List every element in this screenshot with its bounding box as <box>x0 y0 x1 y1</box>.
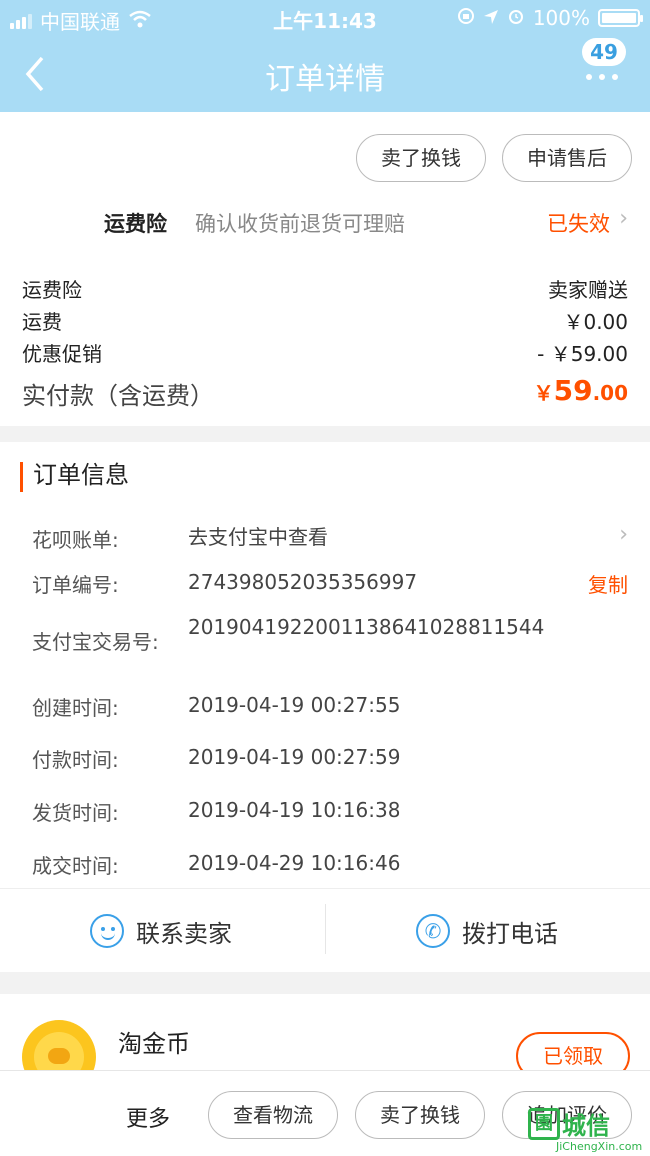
rotation-lock-icon <box>457 6 475 30</box>
contact-seller-button[interactable]: 联系卖家 <box>90 904 232 958</box>
info-value: 去支付宝中查看 <box>188 525 328 549</box>
location-arrow-icon <box>483 6 499 30</box>
insurance-desc: 确认收货前退货可理赔 <box>195 212 405 236</box>
info-label: 付款时间: <box>32 748 119 772</box>
call-button[interactable]: ✆ 拨打电话 <box>416 904 558 958</box>
call-label: 拨打电话 <box>462 919 558 948</box>
info-value: 2019-04-19 10:16:38 <box>188 798 401 822</box>
paid-amount: ￥59.00 <box>533 374 628 407</box>
chat-face-icon <box>90 914 124 948</box>
copy-button[interactable]: 复制 <box>588 569 628 598</box>
divider <box>0 888 650 889</box>
info-value: 2019-04-29 10:16:46 <box>188 851 401 875</box>
alarm-icon <box>507 6 525 30</box>
info-value: 2019-04-19 00:27:55 <box>188 693 401 717</box>
freight-insurance-row[interactable]: 运费险 确认收货前退货可理赔 已失效 › <box>0 202 650 242</box>
fee-value: - ￥59.00 <box>537 342 628 366</box>
battery-percent: 100% <box>532 6 590 30</box>
fee-label: 优惠促销 <box>22 342 102 366</box>
fee-row: 优惠促销 - ￥59.00 <box>22 338 628 368</box>
info-label: 花呗账单: <box>32 528 119 552</box>
nav-bar: 订单详情 49 <box>0 36 650 112</box>
info-label: 支付宝交易号: <box>32 630 159 654</box>
header: 中国联通 上午11:43 100% 订单详情 49 <box>0 0 650 112</box>
fee-row: 运费 ￥0.00 <box>22 306 628 336</box>
info-value: 2019-04-19 00:27:59 <box>188 745 401 769</box>
fee-row: 运费险 卖家赠送 <box>22 274 628 304</box>
contact-seller-label: 联系卖家 <box>136 919 232 948</box>
info-label: 订单编号: <box>32 573 119 597</box>
watermark-en: JiChengXin.com <box>556 1140 643 1153</box>
phone-icon: ✆ <box>416 914 450 948</box>
order-info-card: 订单信息 花呗账单: 去支付宝中查看 › 订单编号: 2743980520353… <box>0 442 650 972</box>
chevron-right-icon: › <box>619 522 628 547</box>
vertical-divider <box>325 904 326 954</box>
more-button[interactable]: 更多 <box>126 1101 170 1133</box>
battery-icon <box>598 9 643 27</box>
info-label: 成交时间: <box>32 854 119 878</box>
chevron-right-icon: › <box>619 206 628 231</box>
fee-label: 运费险 <box>22 278 82 302</box>
payment-summary-card: 卖了换钱 申请售后 运费险 确认收货前退货可理赔 已失效 › 运费险 卖家赠送 … <box>0 112 650 426</box>
more-menu-button[interactable]: 49 <box>582 38 628 98</box>
more-dots-icon <box>586 74 618 80</box>
message-badge: 49 <box>582 38 626 66</box>
sell-exchange-button[interactable]: 卖了换钱 <box>356 134 486 182</box>
section-title: 订单信息 <box>20 462 129 492</box>
fee-value: ￥0.00 <box>563 310 628 334</box>
watermark-mark: 園 <box>528 1108 560 1140</box>
info-value: 274398052035356997 <box>188 570 418 594</box>
view-logistics-button[interactable]: 查看物流 <box>208 1091 338 1139</box>
watermark-cn: 城信 <box>562 1112 610 1140</box>
sell-exchange-bottom-button[interactable]: 卖了换钱 <box>355 1091 485 1139</box>
info-label: 发货时间: <box>32 801 119 825</box>
order-detail-page: 中国联通 上午11:43 100% 订单详情 49 卖了换钱 申请售后 运费险 … <box>0 0 650 1156</box>
coin-title: 淘金币 <box>118 1030 190 1058</box>
fee-value: 卖家赠送 <box>548 278 628 302</box>
after-sale-button[interactable]: 申请售后 <box>502 134 632 182</box>
status-bar: 中国联通 上午11:43 100% <box>0 0 650 36</box>
page-title: 订单详情 <box>265 62 385 97</box>
watermark-logo: 園 城信 JiChengXin.com <box>528 1104 644 1156</box>
info-label: 创建时间: <box>32 696 119 720</box>
fee-label: 运费 <box>22 310 62 334</box>
insurance-status: 已失效 <box>547 212 610 236</box>
insurance-name: 运费险 <box>104 212 167 236</box>
paid-label: 实付款（含运费） <box>22 382 214 410</box>
paid-amount-row: 实付款（含运费） ￥59.00 <box>22 374 628 414</box>
info-value: 2019041922001138641028811544 <box>188 615 545 639</box>
